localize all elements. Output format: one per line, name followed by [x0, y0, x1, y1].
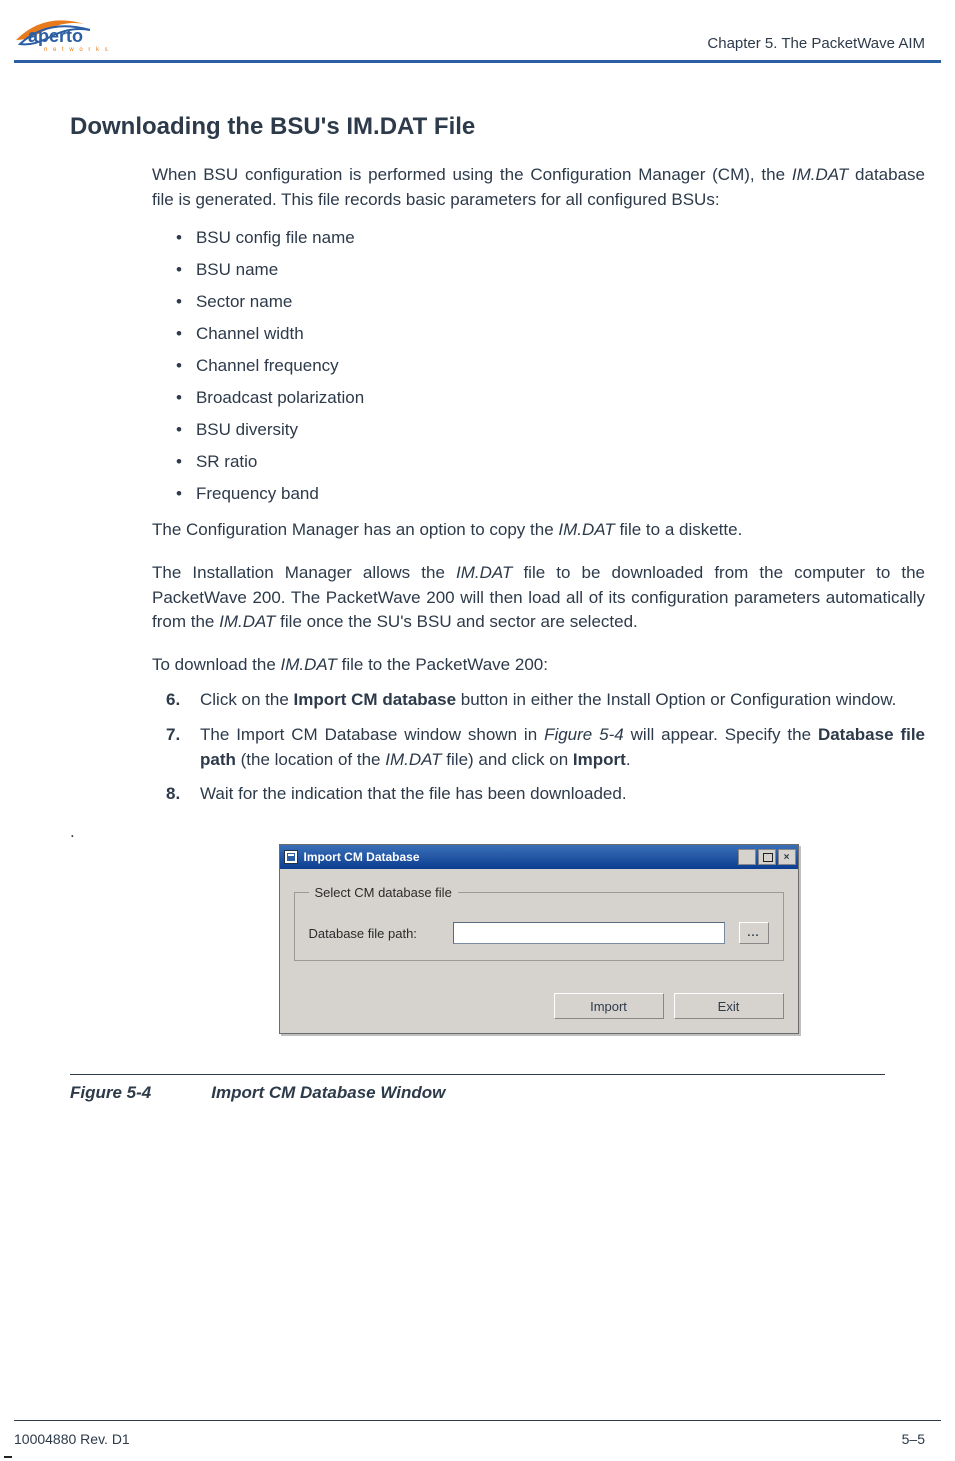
- download-intro-paragraph: To download the IM.DAT file to the Packe…: [152, 653, 925, 678]
- page-header: aperto n e t w o r k s Chapter 5. The Pa…: [0, 10, 955, 56]
- revision-label: 10004880 Rev. D1: [14, 1431, 130, 1447]
- list-item: BSU name: [176, 254, 925, 286]
- figure-title: Import CM Database Window: [211, 1083, 445, 1103]
- content: Downloading the BSU's IM.DAT File When B…: [0, 63, 955, 1034]
- select-db-group: Select CM database file Database file pa…: [294, 885, 784, 961]
- page-footer: 10004880 Rev. D1 5–5: [14, 1431, 925, 1447]
- cm-copy-paragraph: The Configuration Manager has an option …: [152, 518, 925, 543]
- minimize-button[interactable]: [738, 849, 756, 865]
- list-item: Broadcast polarization: [176, 382, 925, 414]
- steps-list: 6. Click on the Import CM database butto…: [166, 683, 925, 812]
- step-8: 8. Wait for the indication that the file…: [166, 777, 925, 812]
- group-legend: Select CM database file: [309, 885, 458, 900]
- close-button[interactable]: ×: [778, 849, 796, 865]
- import-button[interactable]: Import: [554, 993, 664, 1019]
- app-icon: [284, 850, 298, 864]
- list-item: Frequency band: [176, 478, 925, 510]
- step-6: 6. Click on the Import CM database butto…: [166, 683, 925, 718]
- browse-button[interactable]: ...: [739, 922, 769, 944]
- list-item: Channel frequency: [176, 350, 925, 382]
- list-item: SR ratio: [176, 446, 925, 478]
- page-number: 5–5: [902, 1431, 925, 1447]
- page: aperto n e t w o r k s Chapter 5. The Pa…: [0, 0, 955, 1461]
- section-title: Downloading the BSU's IM.DAT File: [70, 113, 925, 141]
- path-label: Database file path:: [309, 926, 439, 941]
- exit-button[interactable]: Exit: [674, 993, 784, 1019]
- window-actions: Import Exit: [280, 975, 798, 1033]
- figure-rule: [70, 1074, 885, 1075]
- body: When BSU configuration is performed usin…: [152, 163, 925, 812]
- brand-sub: n e t w o r k s: [44, 47, 110, 52]
- list-item: Sector name: [176, 286, 925, 318]
- figure-caption: Figure 5-4 Import CM Database Window: [0, 1083, 955, 1103]
- window-titlebar: Import CM Database ×: [280, 845, 798, 869]
- list-item: BSU diversity: [176, 414, 925, 446]
- step-7: 7. The Import CM Database window shown i…: [166, 718, 925, 777]
- figure-label: Figure 5-4: [70, 1083, 151, 1103]
- chapter-label: Chapter 5. The PacketWave AIM: [707, 35, 925, 52]
- maximize-button[interactable]: [758, 849, 776, 865]
- list-item: BSU config file name: [176, 222, 925, 254]
- bullet-list: BSU config file name BSU name Sector nam…: [176, 222, 925, 510]
- brand-name: aperto: [28, 26, 83, 46]
- list-item: Channel width: [176, 318, 925, 350]
- database-file-path-input[interactable]: [453, 922, 725, 944]
- window-title: Import CM Database: [304, 850, 420, 864]
- logo-swoosh-icon: aperto n e t w o r k s: [14, 10, 114, 52]
- intro-paragraph: When BSU configuration is performed usin…: [152, 163, 925, 212]
- brand-logo: aperto n e t w o r k s: [14, 10, 114, 52]
- import-cm-database-window: Import CM Database × Select CM database …: [279, 844, 799, 1034]
- footer-rule: [14, 1420, 941, 1421]
- stray-dot: .: [70, 822, 925, 842]
- window-body: Select CM database file Database file pa…: [280, 869, 798, 975]
- install-manager-paragraph: The Installation Manager allows the IM.D…: [152, 561, 925, 635]
- figure-5-4: Import CM Database × Select CM database …: [152, 844, 925, 1034]
